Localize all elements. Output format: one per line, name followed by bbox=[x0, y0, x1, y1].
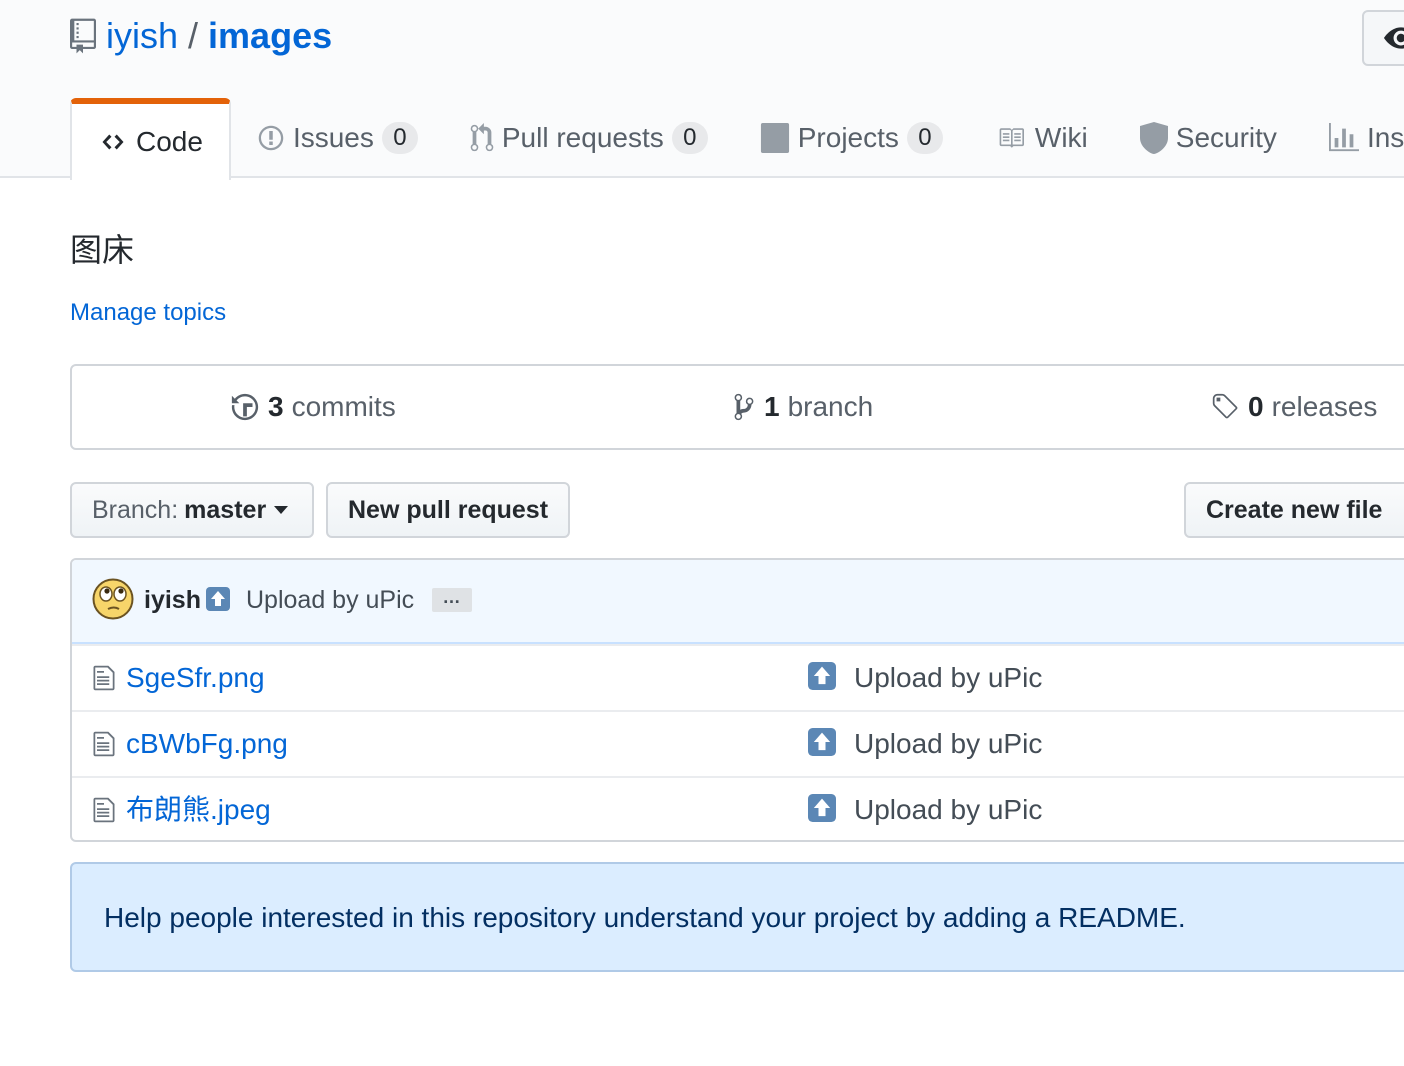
up-arrow-emoji-icon bbox=[808, 728, 836, 756]
tab-security-label: Security bbox=[1175, 122, 1277, 153]
branch-count: 1 bbox=[764, 391, 780, 422]
file-row: cBWbFg.png Upload by uPic bbox=[72, 710, 1404, 776]
commit-author-link[interactable]: iyish bbox=[144, 580, 201, 620]
git-pull-request-icon bbox=[470, 123, 494, 152]
tab-code-label: Code bbox=[136, 126, 203, 157]
releases-count: 0 bbox=[1248, 391, 1264, 422]
issues-counter: 0 bbox=[381, 122, 418, 154]
branch-label: branch bbox=[787, 391, 874, 422]
issue-opened-icon bbox=[258, 125, 284, 151]
repo-icon bbox=[70, 18, 96, 54]
repo-header: iyish / images Code Issues 0 Pull reques… bbox=[0, 0, 1404, 180]
commits-label: commits bbox=[291, 391, 396, 422]
latest-commit: iyish Upload by uPic … bbox=[72, 560, 1404, 644]
file-icon bbox=[93, 797, 115, 823]
commit-message-link[interactable]: Upload by uPic bbox=[246, 580, 414, 620]
tab-wiki-label: Wiki bbox=[1034, 122, 1088, 153]
projects-counter: 0 bbox=[906, 122, 943, 154]
tab-code[interactable]: Code bbox=[70, 98, 231, 180]
branches-link[interactable]: 1 branch bbox=[732, 366, 873, 448]
tab-pull-requests-label: Pull requests bbox=[501, 122, 664, 153]
repo-title: iyish / images bbox=[70, 12, 332, 60]
tab-pull-requests[interactable]: Pull requests 0 bbox=[444, 98, 734, 178]
project-icon bbox=[760, 123, 789, 153]
up-arrow-emoji-icon bbox=[206, 587, 230, 611]
graph-icon bbox=[1328, 123, 1359, 152]
repo-path-separator: / bbox=[188, 15, 199, 56]
file-name-link[interactable]: SgeSfr.png bbox=[126, 660, 265, 696]
new-pull-request-button[interactable]: New pull request bbox=[326, 482, 570, 538]
watch-button[interactable] bbox=[1362, 10, 1404, 66]
commit-ellipsis-button[interactable]: … bbox=[432, 588, 472, 612]
file-icon bbox=[93, 731, 115, 757]
git-branch-icon bbox=[734, 393, 754, 421]
tab-insights[interactable]: Ins bbox=[1303, 98, 1404, 178]
file-row: 布朗熊.jpeg Upload by uPic bbox=[72, 776, 1404, 840]
book-icon bbox=[999, 128, 1024, 148]
file-table: iyish Upload by uPic … SgeSfr.png Upload… bbox=[70, 558, 1404, 842]
file-name-link[interactable]: 布朗熊.jpeg bbox=[126, 792, 271, 828]
readme-prompt-banner: Help people interested in this repositor… bbox=[70, 862, 1404, 972]
eye-icon bbox=[1384, 27, 1404, 49]
caret-down-icon bbox=[274, 506, 289, 514]
avatar[interactable] bbox=[92, 578, 134, 620]
tab-wiki[interactable]: Wiki bbox=[969, 98, 1114, 178]
file-commit-message-link[interactable]: Upload by uPic bbox=[854, 726, 1042, 762]
numbers-summary: 3 commits 1 branch 0 releases bbox=[70, 364, 1404, 450]
commits-count: 3 bbox=[268, 391, 284, 422]
file-commit-message-link[interactable]: Upload by uPic bbox=[854, 660, 1042, 696]
file-row: SgeSfr.png Upload by uPic bbox=[72, 644, 1404, 710]
file-commit-message-link[interactable]: Upload by uPic bbox=[854, 792, 1042, 828]
tab-projects[interactable]: Projects 0 bbox=[734, 98, 969, 178]
tab-issues[interactable]: Issues 0 bbox=[231, 98, 444, 178]
file-name-link[interactable]: cBWbFg.png bbox=[126, 726, 288, 762]
tab-projects-label: Projects bbox=[797, 122, 899, 153]
manage-topics-link[interactable]: Manage topics bbox=[70, 296, 226, 330]
repository-page: iyish / images Code Issues 0 Pull reques… bbox=[0, 0, 1404, 1066]
branch-prefix: Branch: bbox=[92, 495, 179, 524]
up-arrow-emoji-icon bbox=[808, 794, 836, 822]
file-icon bbox=[93, 665, 115, 691]
readme-prompt-text: Help people interested in this repositor… bbox=[104, 902, 1186, 933]
shield-icon bbox=[1139, 122, 1168, 154]
create-new-file-button[interactable]: Create new file bbox=[1184, 482, 1404, 538]
repo-description: 图床 bbox=[70, 232, 135, 268]
tab-security[interactable]: Security bbox=[1114, 98, 1303, 178]
pull-requests-counter: 0 bbox=[671, 122, 708, 154]
repo-owner-link[interactable]: iyish bbox=[106, 12, 178, 60]
repo-nav-tabs: Code Issues 0 Pull requests 0 Projects 0… bbox=[70, 98, 1404, 180]
branch-name: master bbox=[184, 495, 267, 524]
releases-link[interactable]: 0 releases bbox=[1210, 366, 1377, 448]
up-arrow-emoji-icon bbox=[808, 662, 836, 690]
tab-issues-label: Issues bbox=[292, 122, 374, 153]
branch-select-button[interactable]: Branch: master bbox=[70, 482, 314, 538]
commits-link[interactable]: 3 commits bbox=[230, 366, 396, 448]
code-icon bbox=[102, 134, 124, 150]
releases-label: releases bbox=[1271, 391, 1378, 422]
tab-insights-label: Ins bbox=[1366, 122, 1404, 153]
repo-name-link[interactable]: images bbox=[208, 12, 332, 60]
tag-icon bbox=[1212, 393, 1238, 419]
history-icon bbox=[231, 393, 259, 421]
